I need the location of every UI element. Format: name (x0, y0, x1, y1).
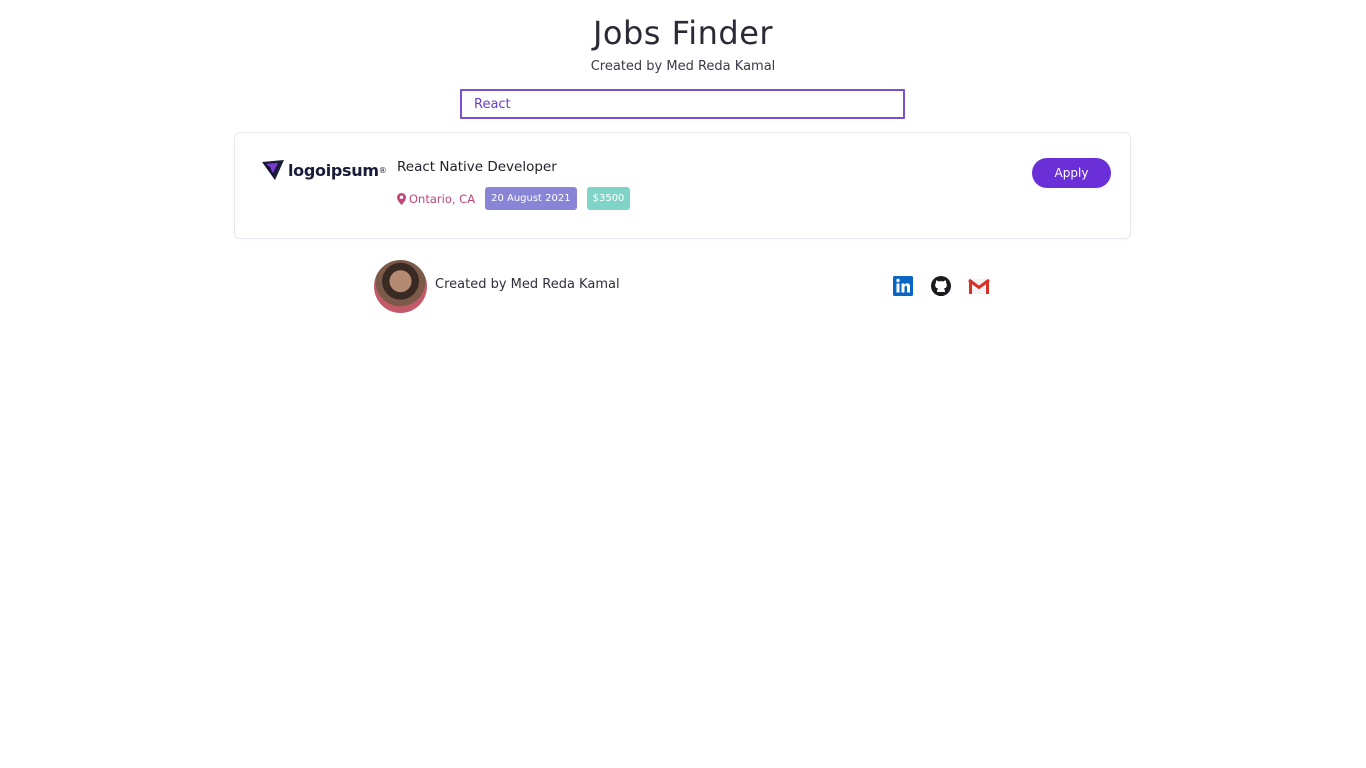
footer-credit: Created by Med Reda Kamal (435, 277, 620, 292)
map-pin-icon (397, 192, 406, 205)
job-location: Ontario, CA (397, 192, 475, 206)
logo-mark-icon (262, 160, 284, 180)
job-title: React Native Developer (397, 159, 557, 175)
github-icon[interactable] (930, 275, 952, 297)
linkedin-icon[interactable] (892, 275, 914, 297)
company-logo: logoipsum ® (261, 157, 387, 183)
author-avatar (374, 260, 427, 313)
job-meta: Ontario, CA 20 August 2021 $3500 (397, 187, 631, 210)
job-card: logoipsum ® React Native Developer Ontari… (234, 132, 1131, 239)
salary-badge: $3500 (586, 187, 631, 210)
job-location-label: Ontario, CA (409, 191, 476, 206)
page-subtitle: Created by Med Reda Kamal (590, 59, 776, 74)
gmail-icon[interactable] (968, 275, 990, 297)
date-badge: 20 August 2021 (485, 187, 577, 210)
social-links (892, 275, 990, 297)
logo-text: logoipsum (288, 160, 379, 180)
logo-registered-icon: ® (378, 165, 387, 175)
search-input[interactable] (460, 89, 905, 119)
apply-button[interactable]: Apply (1032, 158, 1111, 188)
page-title: Jobs Finder (592, 14, 774, 52)
